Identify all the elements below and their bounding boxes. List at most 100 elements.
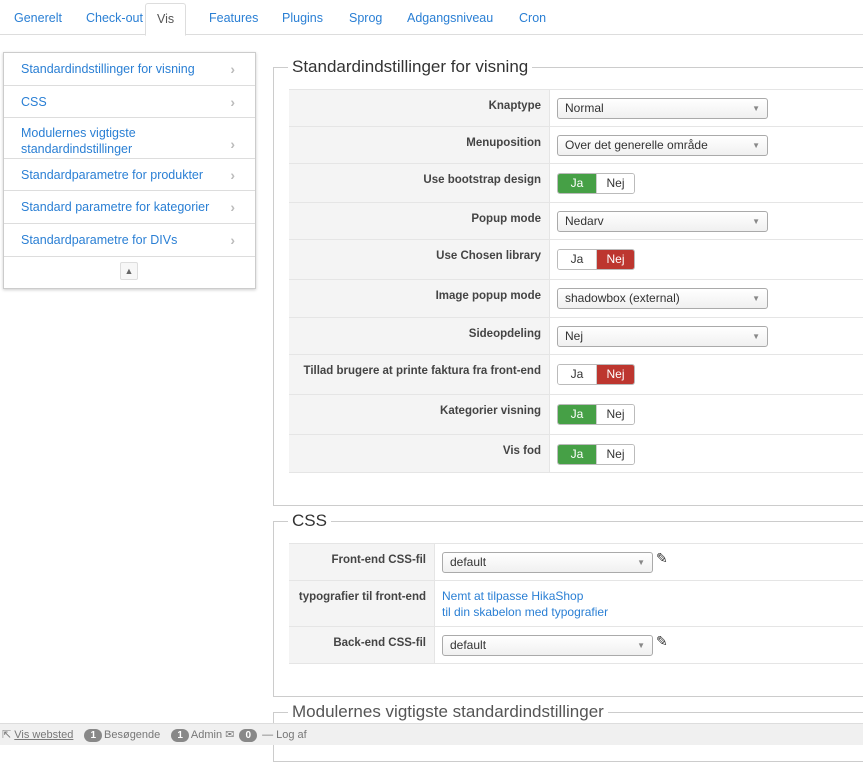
setting-label: Popup mode xyxy=(289,203,550,239)
select-value: Nedarv xyxy=(565,214,604,228)
tab-check-out[interactable]: Check-out xyxy=(76,3,153,35)
sidebar-item-label: Standard parametre for kategorier xyxy=(21,200,210,214)
visitors-count-badge: 1 xyxy=(84,729,103,742)
status-bar: ⇱ Vis websted 1 Besøgende 1 Admin ✉ 0 — Lo… xyxy=(0,723,863,745)
chevron-down-icon: ▼ xyxy=(637,558,645,567)
menuposition-select[interactable]: Over det generelle område ▼ xyxy=(557,135,768,156)
logout-link[interactable]: Log af xyxy=(276,729,307,741)
yes-button[interactable]: Ja xyxy=(558,405,596,424)
setting-label: Knaptype xyxy=(289,90,550,126)
setting-row: Use Chosen library Ja Nej xyxy=(289,239,863,279)
no-button[interactable]: Nej xyxy=(596,250,634,269)
css-settings-table: Front-end CSS-fil default ▼ ✎ typografier… xyxy=(289,543,863,664)
chevron-down-icon: ▼ xyxy=(752,294,760,303)
setting-label: Tillad brugere at printe faktura fra fro… xyxy=(289,355,550,394)
backend-css-select[interactable]: default ▼ xyxy=(442,635,653,656)
popup-mode-select[interactable]: Nedarv ▼ xyxy=(557,211,768,232)
minus-icon: — xyxy=(262,729,274,741)
admin-label: Admin xyxy=(190,729,223,741)
visning-settings-table: Knaptype Normal ▼ Menuposition Over det gene… xyxy=(289,89,863,474)
use-bootstrap-design-toggle: Ja Nej xyxy=(557,173,635,194)
vis-fod-toggle: Ja Nej xyxy=(557,444,635,465)
mail-icon[interactable]: ✉ xyxy=(225,729,234,741)
typography-link[interactable]: til din skabelon med typografier xyxy=(442,604,608,620)
setting-label: Use bootstrap design xyxy=(289,164,550,202)
edit-pencil-icon[interactable]: ✎ xyxy=(656,633,668,650)
kategorier-visning-toggle: Ja Nej xyxy=(557,404,635,425)
setting-row: Menuposition Over det generelle område ▼ xyxy=(289,126,863,163)
setting-row: Back-end CSS-fil default ▼ ✎ xyxy=(289,626,863,664)
section-title: Modulernes vigtigste standardindstilling… xyxy=(292,702,604,721)
tab-features[interactable]: Features xyxy=(199,3,268,35)
yes-button[interactable]: Ja xyxy=(558,250,596,269)
use-chosen-library-toggle: Ja Nej xyxy=(557,249,635,270)
tab-generelt[interactable]: Generelt xyxy=(4,3,72,35)
yes-button[interactable]: Ja xyxy=(558,365,596,384)
setting-label: Sideopdeling xyxy=(289,318,550,354)
chevron-down-icon: ▼ xyxy=(752,217,760,226)
admin-count-badge: 1 xyxy=(171,729,189,742)
chevron-right-icon: › xyxy=(230,136,235,152)
typography-link[interactable]: Nemt at tilpasse HikaShop xyxy=(442,588,583,604)
sidebar-item-label: Standardparametre for DIVs xyxy=(21,233,178,247)
sidebar-item-label: CSS xyxy=(21,95,47,109)
setting-row: Use bootstrap design Ja Nej xyxy=(289,163,863,202)
frontend-css-select[interactable]: default ▼ xyxy=(442,552,653,573)
select-value: default xyxy=(450,555,487,569)
sidebar-item-divs[interactable]: Standardparametre for DIVs › xyxy=(4,224,255,257)
setting-label: Front-end CSS-fil xyxy=(289,544,435,580)
chevron-down-icon: ▼ xyxy=(752,104,760,113)
chevron-right-icon: › xyxy=(230,61,235,77)
tillad-brugere-at-printe-faktura-fra-front-end-toggle: Ja Nej xyxy=(557,364,635,385)
edit-pencil-icon[interactable]: ✎ xyxy=(656,550,668,567)
sidebar-item-kategorier[interactable]: Standard parametre for kategorier › xyxy=(4,191,255,224)
chevron-down-icon: ▼ xyxy=(637,641,645,650)
select-value: Nej xyxy=(565,329,584,343)
no-button[interactable]: Nej xyxy=(596,365,634,384)
view-site-link[interactable]: Vis websted xyxy=(14,729,73,741)
sidebar-item-produkter[interactable]: Standardparametre for produkter › xyxy=(4,159,255,191)
setting-row: Front-end CSS-fil default ▼ ✎ xyxy=(289,543,863,580)
setting-row: Vis fod Ja Nej xyxy=(289,434,863,473)
sidebar-item-label: Modulernes vigtigste standardindstilling… xyxy=(21,126,136,156)
setting-label: Kategorier visning xyxy=(289,395,550,434)
select-value: Over det generelle område xyxy=(565,138,708,152)
chevron-down-icon: ▼ xyxy=(752,332,760,341)
section-title: CSS xyxy=(292,511,327,530)
setting-row: Tillad brugere at printe faktura fra fro… xyxy=(289,354,863,394)
setting-row: Popup mode Nedarv ▼ xyxy=(289,202,863,239)
sidebar-item-visning[interactable]: Standardindstillinger for visning › xyxy=(4,53,255,86)
no-button[interactable]: Nej xyxy=(596,445,634,464)
setting-label: Back-end CSS-fil xyxy=(289,627,435,663)
setting-row: Kategorier visning Ja Nej xyxy=(289,394,863,434)
select-value: default xyxy=(450,638,487,652)
tab-sprog[interactable]: Sprog xyxy=(339,3,392,35)
chevron-right-icon: › xyxy=(230,94,235,110)
image-popup-mode-select[interactable]: shadowbox (external) ▼ xyxy=(557,288,768,309)
tab-bar: Generelt Check-out Vis Features Plugins … xyxy=(0,0,863,36)
yes-button[interactable]: Ja xyxy=(558,174,596,193)
tab-vis[interactable]: Vis xyxy=(145,3,187,36)
no-button[interactable]: Nej xyxy=(596,174,634,193)
knaptype-select[interactable]: Normal ▼ xyxy=(557,98,768,119)
sidebar-item-css[interactable]: CSS › xyxy=(4,86,255,118)
setting-row: Knaptype Normal ▼ xyxy=(289,89,863,126)
setting-row: typografier til front-end Nemt at tilpas… xyxy=(289,580,863,626)
messages-count-badge[interactable]: 0 xyxy=(239,729,257,742)
tab-plugins[interactable]: Plugins xyxy=(272,3,333,35)
setting-row: Image popup mode shadowbox (external) ▼ xyxy=(289,279,863,317)
scroll-top-button[interactable]: ▲ xyxy=(120,262,138,280)
sideopdeling-select[interactable]: Nej ▼ xyxy=(557,326,768,347)
tab-adgangsniveau[interactable]: Adgangsniveau xyxy=(397,3,503,35)
chevron-right-icon: › xyxy=(230,167,235,183)
chevron-down-icon: ▼ xyxy=(752,141,760,150)
tab-cron[interactable]: Cron xyxy=(509,3,556,35)
section-title: Standardindstillinger for visning xyxy=(292,57,529,76)
chevron-right-icon: › xyxy=(230,232,235,248)
setting-label: Vis fod xyxy=(289,435,550,472)
no-button[interactable]: Nej xyxy=(596,405,634,424)
sidebar-item-moduler[interactable]: Modulernes vigtigste standardindstilling… xyxy=(4,118,255,159)
yes-button[interactable]: Ja xyxy=(558,445,596,464)
setting-row: Sideopdeling Nej ▼ xyxy=(289,317,863,354)
visitors-label: Besøgende xyxy=(104,729,161,741)
